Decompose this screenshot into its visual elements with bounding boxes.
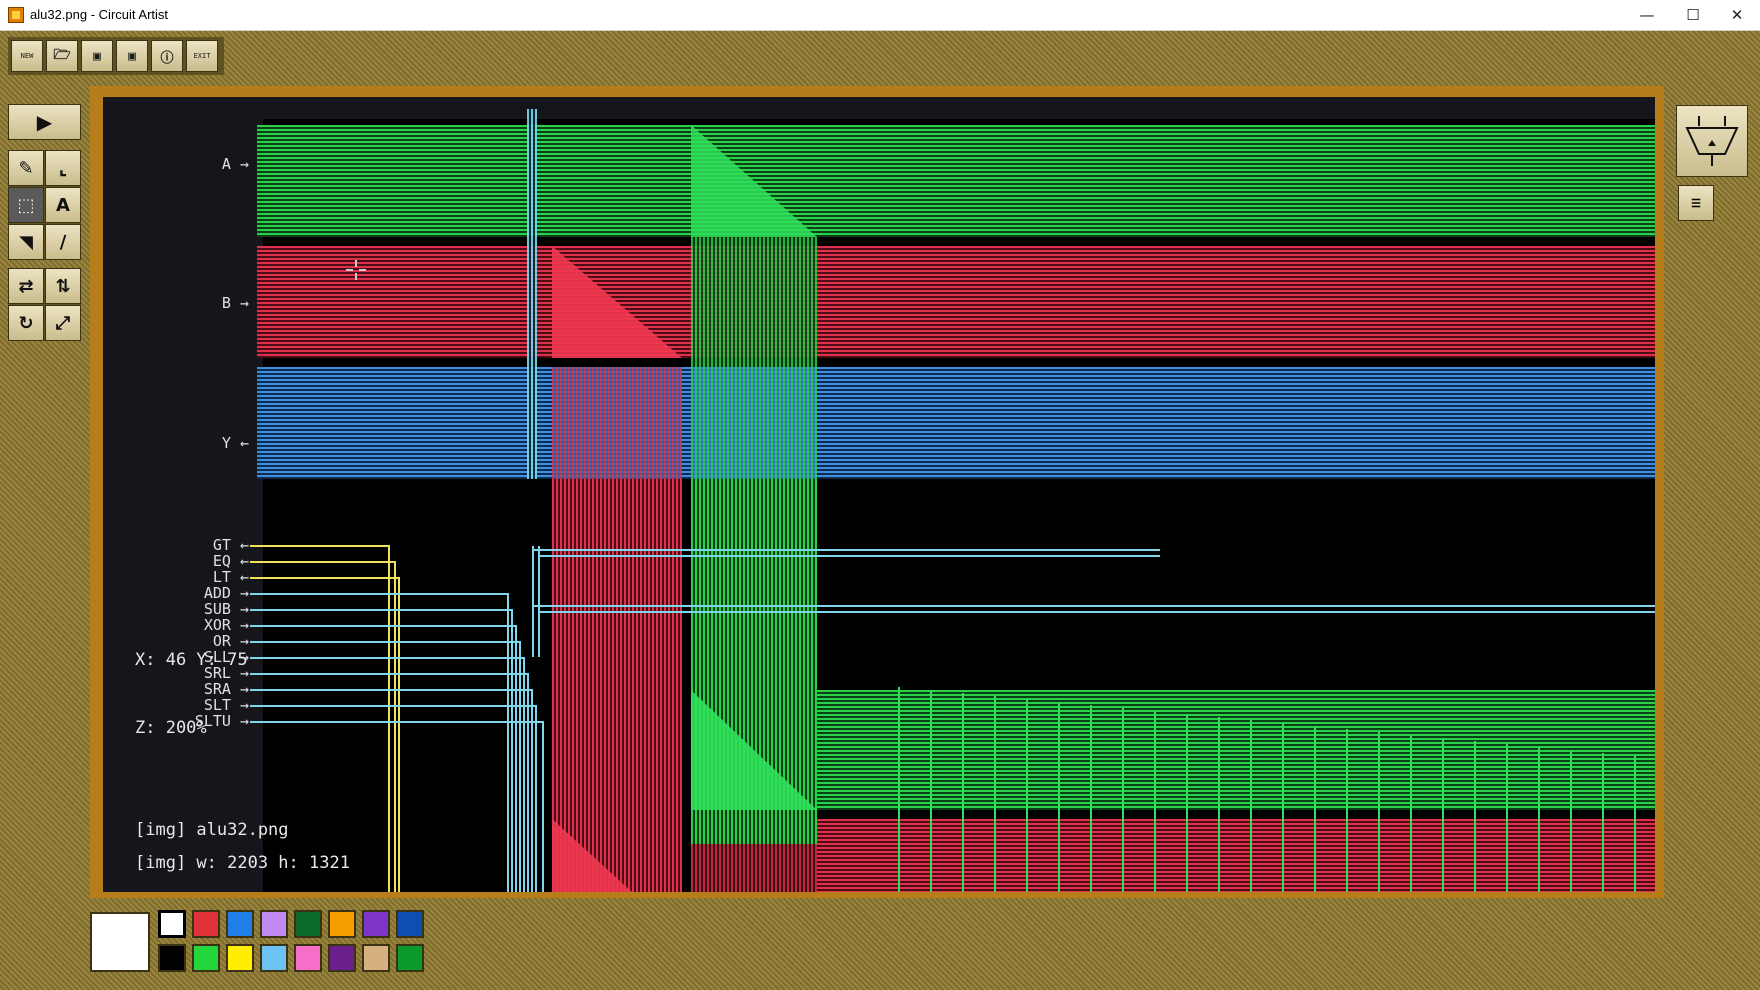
right-toolbox: ☰	[1676, 105, 1749, 221]
pin-a: A →	[221, 155, 249, 173]
image-name: [img] alu32.png	[135, 820, 289, 840]
color-swatch-lavender[interactable]	[260, 910, 288, 938]
image-size: [img] w: 2203 h: 1321	[135, 853, 350, 873]
color-swatch-light-blue[interactable]	[260, 944, 288, 972]
crosshair-cursor-icon	[346, 260, 366, 280]
control-wires	[250, 545, 1655, 892]
color-swatch-black[interactable]	[158, 944, 186, 972]
line-tool[interactable]: ⌞	[45, 150, 81, 186]
alu-component-icon	[1685, 116, 1739, 166]
eyedropper-icon: ∕	[59, 231, 67, 253]
exit-button[interactable]: EXIT	[186, 40, 218, 72]
folder-icon: 🗁	[53, 47, 71, 63]
open-button[interactable]: 🗁	[46, 40, 78, 72]
rotate-tool[interactable]: ↻	[8, 305, 44, 341]
title-bar: alu32.png - Circuit Artist — ☐ ✕	[0, 0, 1760, 31]
flip-vertical-icon: ⇅	[55, 275, 71, 297]
list-icon: ☰	[1691, 196, 1701, 210]
pencil-icon: ✎	[18, 157, 34, 179]
left-toolbox: ▶ ✎ ⌞ ⬚ A ◥ ∕ ⇄ ⇅ ↻ ⤢	[8, 104, 81, 341]
color-swatch-blue[interactable]	[226, 910, 254, 938]
main-toolbar: NEW 🗁 ▣ ▣ ⓘ EXIT	[8, 37, 224, 75]
flip-h-tool[interactable]: ⇄	[8, 268, 44, 304]
text-tool[interactable]: A	[45, 187, 81, 223]
color-swatch-yellow[interactable]	[226, 944, 254, 972]
resize-icon: ⤢	[55, 312, 71, 334]
pin-y: Y ←	[221, 434, 249, 452]
coordinates-readout: X: 46 Y: 75	[135, 650, 248, 670]
selection-icon: ⬚	[17, 194, 35, 216]
fill-tool[interactable]: ◥	[8, 224, 44, 260]
new-icon: NEW	[20, 51, 34, 60]
color-palette	[90, 910, 430, 976]
color-swatch-purple[interactable]	[362, 910, 390, 938]
transform-tools: ⇄ ⇅ ↻ ⤢	[8, 268, 81, 341]
drawing-tools: ✎ ⌞ ⬚ A ◥ ∕	[8, 150, 81, 260]
new-button[interactable]: NEW	[11, 40, 43, 72]
floppy-plus-icon: ▣	[128, 48, 136, 64]
run-simulation-button[interactable]: ▶	[8, 104, 81, 140]
color-swatch-dark-green[interactable]	[294, 910, 322, 938]
maximize-button[interactable]: ☐	[1670, 0, 1716, 30]
color-swatch-emerald[interactable]	[396, 944, 424, 972]
save-as-button[interactable]: ▣	[116, 40, 148, 72]
info-button[interactable]: ⓘ	[151, 40, 183, 72]
color-swatch-navy[interactable]	[396, 910, 424, 938]
drawing-canvas[interactable]: A → B → Y ← GT ← EQ ← LT ← ADD → SUB → X…	[103, 97, 1655, 892]
exit-icon: EXIT	[193, 51, 211, 60]
picker-tool[interactable]: ∕	[45, 224, 81, 260]
color-swatch-red[interactable]	[192, 910, 220, 938]
color-swatch-pink[interactable]	[294, 944, 322, 972]
bucket-icon: ◥	[19, 231, 33, 253]
pencil-tool[interactable]: ✎	[8, 150, 44, 186]
color-swatch-orange[interactable]	[328, 910, 356, 938]
select-tool[interactable]: ⬚	[8, 187, 44, 223]
flip-v-tool[interactable]: ⇅	[45, 268, 81, 304]
zoom-readout: Z: 200%	[135, 718, 207, 738]
minimize-button[interactable]: —	[1624, 0, 1670, 30]
pin-b: B →	[221, 294, 249, 312]
play-icon: ▶	[36, 110, 53, 134]
text-icon: A	[56, 194, 70, 216]
color-swatch-tan[interactable]	[362, 944, 390, 972]
rotate-icon: ↻	[18, 312, 34, 334]
current-color-swatch	[90, 912, 150, 972]
resize-tool[interactable]: ⤢	[45, 305, 81, 341]
info-icon: ⓘ	[160, 50, 174, 66]
color-swatch-green[interactable]	[192, 944, 220, 972]
app-icon	[8, 7, 24, 23]
flip-horizontal-icon: ⇄	[18, 275, 34, 297]
line-icon: ⌞	[58, 157, 68, 179]
color-swatch-white[interactable]	[158, 910, 186, 938]
window-title: alu32.png - Circuit Artist	[30, 7, 169, 22]
color-swatch-dark-purple[interactable]	[328, 944, 356, 972]
component-button[interactable]	[1676, 105, 1748, 177]
layers-button[interactable]: ☰	[1678, 185, 1714, 221]
floppy-icon: ▣	[93, 48, 101, 64]
close-button[interactable]: ✕	[1714, 0, 1760, 30]
save-button[interactable]: ▣	[81, 40, 113, 72]
